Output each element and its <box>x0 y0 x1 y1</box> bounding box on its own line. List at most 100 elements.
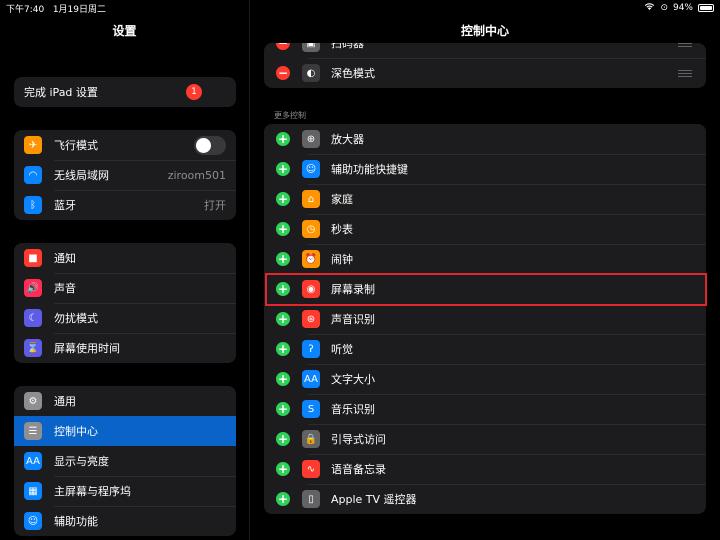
control-row-screen-recording: + ◉ 屏幕录制 <box>264 274 706 304</box>
control-label: 听觉 <box>331 343 353 356</box>
wifi-icon: ◠ <box>24 166 42 184</box>
add-control-button[interactable]: + <box>276 312 290 326</box>
sidebar-item-accessibility[interactable]: ☺ 辅助功能 <box>14 506 236 536</box>
hourglass-icon: ⌛ <box>24 339 42 357</box>
sidebar-item-label: 主屏幕与程序坞 <box>54 485 131 498</box>
notifications-icon: ■ <box>24 249 42 267</box>
control-label: 放大器 <box>331 133 364 146</box>
finish-ipad-setup-label: 完成 iPad 设置 <box>24 86 98 99</box>
status-right: ⊙ 94% <box>644 2 714 13</box>
add-control-button[interactable]: + <box>276 432 290 446</box>
add-control-button[interactable]: + <box>276 192 290 206</box>
add-control-button[interactable]: + <box>276 132 290 146</box>
control-row-magnifier: + ⊕ 放大器 <box>264 124 706 154</box>
sidebar-item-moon[interactable]: ☾ 勿扰模式 <box>14 303 236 333</box>
control-row-shazam: + S 音乐识别 <box>264 394 706 424</box>
control-row-voice-memos: + ∿ 语音备忘录 <box>264 454 706 484</box>
control-row-dark-mode: − ◐ 深色模式 <box>264 58 706 88</box>
control-row-apple-tv-remote: + ▯ Apple TV 遥控器 <box>264 484 706 514</box>
control-row-home: + ⌂ 家庭 <box>264 184 706 214</box>
hearing-icon: ʔ <box>302 340 320 358</box>
sidebar-item-label: 控制中心 <box>54 425 98 438</box>
accessibility-shortcut-icon: ☺ <box>302 160 320 178</box>
home-screen-icon: ▦ <box>24 482 42 500</box>
notifications-group: ■ 通知 🔊 声音 ☾ 勿扰模式 ⌛ 屏幕使用时间 <box>14 243 236 363</box>
sound-recognition-icon: ⊛ <box>302 310 320 328</box>
apple-tv-remote-icon: ▯ <box>302 490 320 508</box>
reorder-handle[interactable] <box>678 69 692 77</box>
stopwatch-icon: ◷ <box>302 220 320 238</box>
sidebar-item-label: 蓝牙 <box>54 199 76 212</box>
airplane-mode-toggle[interactable] <box>194 135 226 155</box>
sidebar-item-airplane[interactable]: ✈ 飞行模式 <box>14 130 236 160</box>
control-label: 音乐识别 <box>331 403 375 416</box>
control-center-icon: ☰ <box>24 422 42 440</box>
control-label: 文字大小 <box>331 373 375 386</box>
moon-icon: ☾ <box>24 309 42 327</box>
finish-ipad-setup-item[interactable]: 完成 iPad 设置 1 <box>14 77 236 107</box>
control-label: 深色模式 <box>331 67 375 80</box>
shazam-icon: S <box>302 400 320 418</box>
control-label: 秒表 <box>331 223 353 236</box>
network-group: ✈ 飞行模式 ◠ 无线局域网 ziroom501 ᛒ 蓝牙 打开 <box>14 130 236 220</box>
sidebar-item-notifications[interactable]: ■ 通知 <box>14 243 236 273</box>
gear-icon: ⚙ <box>24 392 42 410</box>
screen-recording-icon: ◉ <box>302 280 320 298</box>
sidebar-item-home-screen[interactable]: ▦ 主屏幕与程序坞 <box>14 476 236 506</box>
guided-access-icon: 🔒 <box>302 430 320 448</box>
sidebar-item-control-center[interactable]: ☰ 控制中心 <box>14 416 236 446</box>
wifi-status-icon <box>644 2 655 13</box>
status-time: 下午7:40 <box>6 5 45 15</box>
reorder-handle[interactable] <box>678 43 692 47</box>
sidebar-item-sound[interactable]: 🔊 声音 <box>14 273 236 303</box>
sidebar-item-value: ziroom501 <box>167 168 226 182</box>
control-row-hearing: + ʔ 听觉 <box>264 334 706 364</box>
sidebar-item-bluetooth[interactable]: ᛒ 蓝牙 打开 <box>14 190 236 220</box>
control-label: 家庭 <box>331 193 353 206</box>
status-time-date: 下午7:40 1月19日周二 <box>6 2 106 15</box>
add-control-button[interactable]: + <box>276 402 290 416</box>
sidebar-item-label: 通用 <box>54 395 76 408</box>
control-row-text-size: + AA 文字大小 <box>264 364 706 394</box>
sidebar-item-label: 屏幕使用时间 <box>54 342 120 355</box>
add-control-button[interactable]: + <box>276 462 290 476</box>
add-control-button[interactable]: + <box>276 162 290 176</box>
add-control-button[interactable]: + <box>276 342 290 356</box>
sound-icon: 🔊 <box>24 279 42 297</box>
sidebar-item-label: 飞行模式 <box>54 139 98 152</box>
sidebar-item-value: 打开 <box>204 199 226 212</box>
add-control-button[interactable]: + <box>276 222 290 236</box>
control-row-stopwatch: + ◷ 秒表 <box>264 214 706 244</box>
control-label: 语音备忘录 <box>331 463 386 476</box>
remove-control-button[interactable]: − <box>276 66 290 80</box>
control-label: Apple TV 遥控器 <box>331 493 417 506</box>
add-control-button[interactable]: + <box>276 492 290 506</box>
ipad-setup-group: 完成 iPad 设置 1 <box>14 77 236 107</box>
display-brightness-icon: AA <box>24 452 42 470</box>
magnifier-icon: ⊕ <box>302 130 320 148</box>
battery-icon <box>698 3 714 12</box>
sidebar-item-label: 勿扰模式 <box>54 312 98 325</box>
control-label: 引导式访问 <box>331 433 386 446</box>
control-row-accessibility-shortcut: + ☺ 辅助功能快捷键 <box>264 154 706 184</box>
notification-badge: 1 <box>186 84 202 100</box>
sidebar-item-display-brightness[interactable]: AA 显示与亮度 <box>14 446 236 476</box>
airplane-icon: ✈ <box>24 136 42 154</box>
add-control-button[interactable]: + <box>276 282 290 296</box>
status-bar: 下午7:40 1月19日周二 ⊙ 94% <box>0 0 720 15</box>
sidebar-item-label: 通知 <box>54 252 76 265</box>
sidebar-item-label: 显示与亮度 <box>54 455 109 468</box>
control-center-pane: 控制中心 − ▣ 扫码器 − ◐ 深色模式 + ⊕ 放大器 + ☺ 辅助功能快捷键 + ⌂ 家庭 + ◷ 秒表 +… <box>250 0 720 540</box>
toggle-knob <box>196 137 211 153</box>
sidebar-item-hourglass[interactable]: ⌛ 屏幕使用时间 <box>14 333 236 363</box>
add-control-button[interactable]: + <box>276 252 290 266</box>
general-group: ⚙ 通用 ☰ 控制中心 AA 显示与亮度 ▦ 主屏幕与程序坞 ☺ 辅助功能 <box>14 386 236 536</box>
sidebar-item-wifi[interactable]: ◠ 无线局域网 ziroom501 <box>14 160 236 190</box>
sidebar-item-label: 辅助功能 <box>54 515 98 528</box>
add-control-button[interactable]: + <box>276 372 290 386</box>
sidebar-item-gear[interactable]: ⚙ 通用 <box>14 386 236 416</box>
accessibility-icon: ☺ <box>24 512 42 530</box>
home-icon: ⌂ <box>302 190 320 208</box>
more-controls-header: 更多控制 <box>274 111 306 120</box>
battery-percent: 94% <box>672 2 693 13</box>
